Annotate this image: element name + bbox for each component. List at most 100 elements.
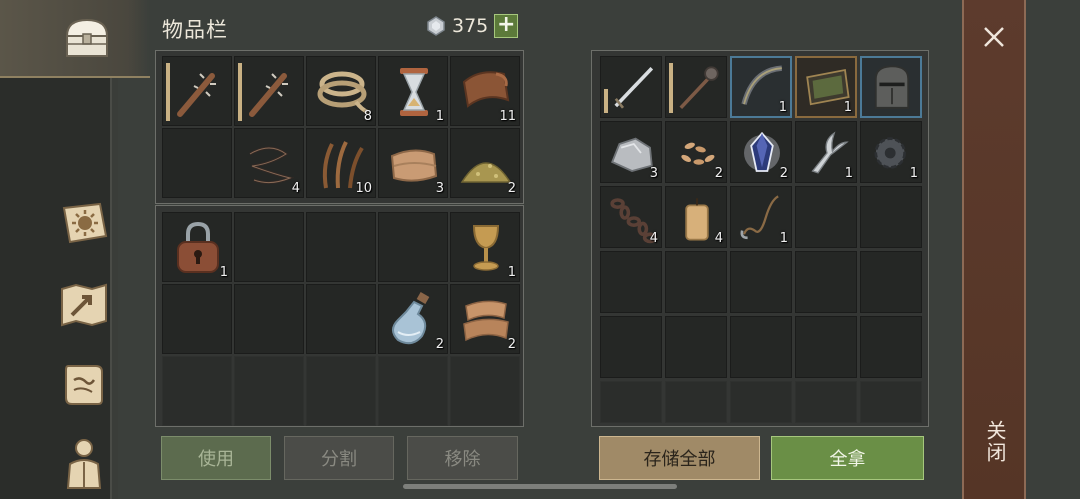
item-count: 1 bbox=[778, 100, 787, 115]
item-count: 11 bbox=[499, 109, 516, 124]
storage-slot-empty[interactable] bbox=[860, 316, 922, 378]
inventory-slot[interactable]: 2 bbox=[450, 284, 520, 354]
store-all-button[interactable]: 存储全部 bbox=[599, 436, 760, 480]
storage-slot[interactable]: 1 bbox=[795, 121, 857, 183]
inventory-slot[interactable]: 8 bbox=[306, 56, 376, 126]
storage-slot[interactable]: 3 bbox=[600, 121, 662, 183]
storage-slot-empty[interactable] bbox=[600, 316, 662, 378]
storage-slot[interactable] bbox=[860, 56, 922, 118]
storage-slot-empty[interactable] bbox=[665, 251, 727, 313]
item-count: 2 bbox=[507, 337, 516, 352]
home-indicator bbox=[403, 484, 677, 489]
remove-button[interactable]: 移除 bbox=[407, 436, 518, 480]
storage-slot-locked bbox=[730, 381, 792, 423]
storage-slot-empty[interactable] bbox=[795, 186, 857, 248]
item-count: 10 bbox=[355, 181, 372, 196]
inventory-slot[interactable]: 1 bbox=[162, 212, 232, 282]
use-button[interactable]: 使用 bbox=[161, 436, 271, 480]
inventory-slot-locked bbox=[450, 356, 520, 426]
character-icon bbox=[66, 439, 102, 489]
take-all-button[interactable]: 全拿 bbox=[771, 436, 924, 480]
nav-skills-button[interactable] bbox=[52, 192, 116, 256]
nav-map-button[interactable] bbox=[52, 273, 116, 337]
inventory-slot-empty[interactable] bbox=[306, 284, 376, 354]
item-count: 4 bbox=[649, 231, 658, 246]
storage-slot-locked bbox=[600, 381, 662, 423]
close-label[interactable]: 关闭 bbox=[980, 420, 1010, 464]
inventory-slot-empty[interactable] bbox=[306, 212, 376, 282]
storage-slot-empty[interactable] bbox=[795, 316, 857, 378]
item-count: 1 bbox=[507, 265, 516, 280]
item-count: 2 bbox=[779, 166, 788, 181]
storage-slot-empty[interactable] bbox=[665, 316, 727, 378]
inventory-slot[interactable] bbox=[234, 56, 304, 126]
storage-slot-empty[interactable] bbox=[860, 251, 922, 313]
inventory-slot[interactable]: 11 bbox=[450, 56, 520, 126]
storage-slot-empty[interactable] bbox=[730, 316, 792, 378]
split-button[interactable]: 分割 bbox=[284, 436, 394, 480]
storage-slot[interactable] bbox=[665, 56, 727, 118]
item-count: 3 bbox=[649, 166, 658, 181]
inventory-slot-empty[interactable] bbox=[378, 212, 448, 282]
item-count: 8 bbox=[363, 109, 372, 124]
inventory-slot-empty[interactable] bbox=[162, 128, 232, 198]
currency-display: 375 + bbox=[426, 14, 519, 38]
add-currency-button[interactable]: + bbox=[494, 14, 519, 38]
storage-slot[interactable]: 2 bbox=[665, 121, 727, 183]
item-count: 1 bbox=[219, 265, 228, 280]
knight-helmet-icon bbox=[874, 65, 910, 109]
inventory-slot[interactable]: 10 bbox=[306, 128, 376, 198]
storage-slot[interactable]: 4 bbox=[600, 186, 662, 248]
inventory-slot[interactable] bbox=[162, 56, 232, 126]
inventory-slot[interactable]: 2 bbox=[378, 284, 448, 354]
storage-slot[interactable]: 1 bbox=[795, 56, 857, 118]
gem-currency-icon bbox=[427, 16, 445, 36]
nav-recipes-button[interactable] bbox=[52, 352, 116, 416]
storage-slot-locked bbox=[860, 381, 922, 423]
inventory-slot[interactable]: 1 bbox=[450, 212, 520, 282]
currency-amount: 375 bbox=[452, 15, 489, 37]
storage-slot[interactable]: 1 bbox=[860, 121, 922, 183]
storage-slot[interactable]: 1 bbox=[730, 56, 792, 118]
scroll-icon bbox=[65, 365, 103, 405]
inventory-title: 物品栏 bbox=[162, 18, 228, 42]
inventory-slot-empty[interactable] bbox=[234, 212, 304, 282]
chest-icon bbox=[65, 18, 109, 57]
storage-slot-empty[interactable] bbox=[600, 251, 662, 313]
storage-slot-empty[interactable] bbox=[730, 251, 792, 313]
nav-storage-button[interactable] bbox=[55, 6, 119, 70]
storage-slot[interactable]: 2 bbox=[730, 121, 792, 183]
sword-icon bbox=[614, 66, 654, 109]
inventory-slot-locked bbox=[306, 356, 376, 426]
spiked-club-icon bbox=[177, 73, 216, 117]
close-icon[interactable] bbox=[975, 18, 1013, 56]
item-count: 4 bbox=[291, 181, 300, 196]
storage-slot[interactable]: 4 bbox=[665, 186, 727, 248]
item-count: 1 bbox=[843, 100, 852, 115]
storage-slot[interactable] bbox=[600, 56, 662, 118]
storage-slot-locked bbox=[665, 381, 727, 423]
item-count: 4 bbox=[714, 231, 723, 246]
inventory-slot[interactable]: 2 bbox=[450, 128, 520, 198]
inventory-slot[interactable]: 3 bbox=[378, 128, 448, 198]
item-count: 2 bbox=[435, 337, 444, 352]
storage-slot-empty[interactable] bbox=[860, 186, 922, 248]
inventory-slot[interactable]: 4 bbox=[234, 128, 304, 198]
storage-slot[interactable]: 1 bbox=[730, 186, 792, 248]
spiked-club-icon bbox=[249, 73, 288, 117]
map-icon bbox=[61, 283, 107, 327]
item-count: 1 bbox=[779, 231, 788, 246]
nav-character-button[interactable] bbox=[52, 430, 116, 494]
item-count: 2 bbox=[507, 181, 516, 196]
inventory-slot-empty[interactable] bbox=[234, 284, 304, 354]
item-count: 2 bbox=[714, 166, 723, 181]
item-count: 1 bbox=[844, 166, 853, 181]
storage-slot-empty[interactable] bbox=[795, 251, 857, 313]
storage-slot-locked bbox=[795, 381, 857, 423]
item-count: 1 bbox=[909, 166, 918, 181]
inventory-slot-locked bbox=[162, 356, 232, 426]
mace-icon bbox=[679, 66, 719, 110]
inventory-slot[interactable]: 1 bbox=[378, 56, 448, 126]
right-margin bbox=[1026, 0, 1080, 499]
inventory-slot-empty[interactable] bbox=[162, 284, 232, 354]
